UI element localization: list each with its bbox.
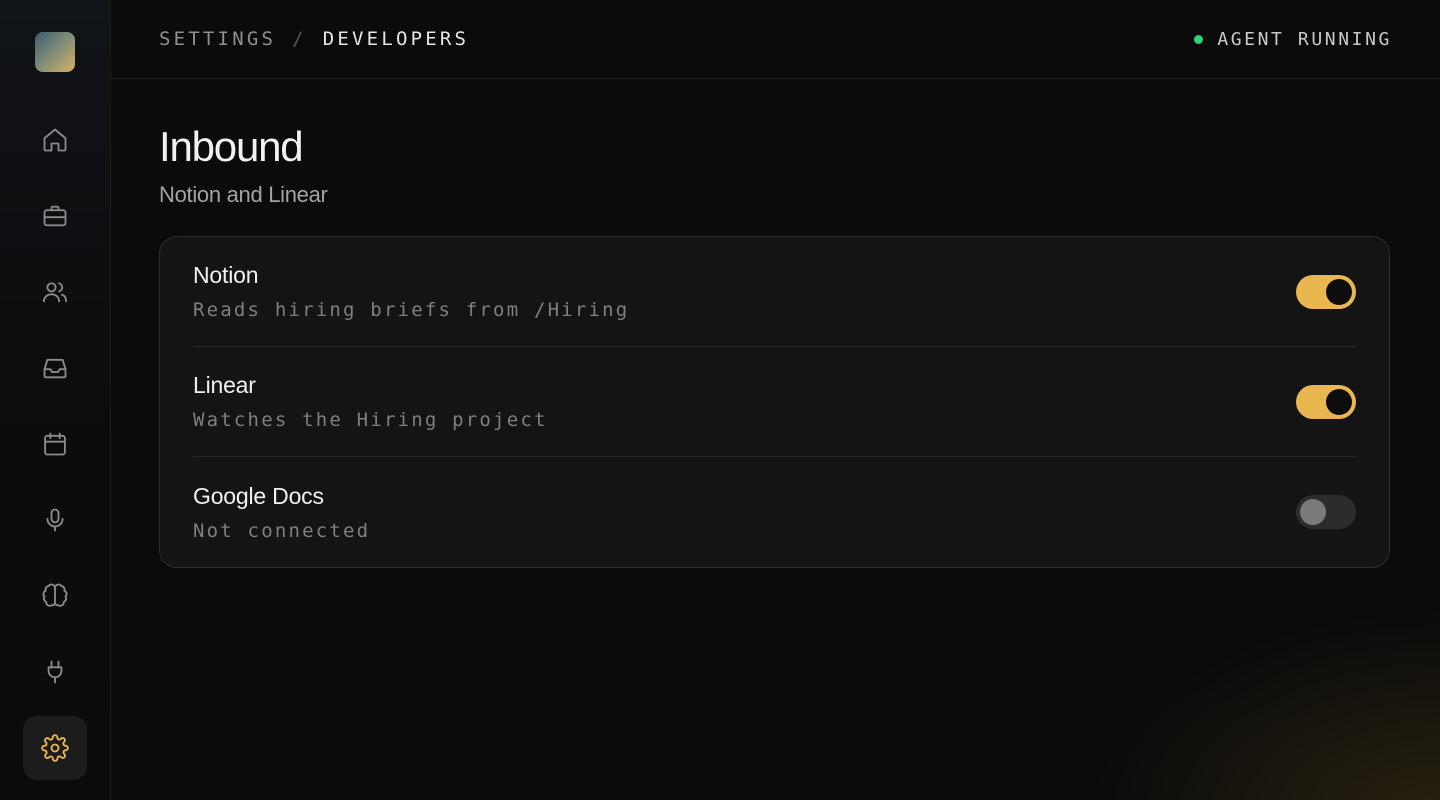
microphone-icon [46,508,64,532]
sidebar-item-home[interactable] [23,108,87,172]
integration-info: Linear Watches the Hiring project [193,372,548,431]
status-label: AGENT RUNNING [1217,28,1392,50]
plug-icon [47,660,63,684]
integration-name: Linear [193,372,256,398]
sidebar-item-calendar[interactable] [23,412,87,476]
notion-toggle[interactable] [1296,274,1356,309]
home-icon [43,128,67,152]
integration-name: Notion [193,262,259,288]
sidebar-item-people[interactable] [23,260,87,324]
integration-row-notion: Notion Reads hiring briefs from /Hiring [193,237,1356,347]
inbox-icon [43,358,67,379]
page-subtitle: Notion and Linear [159,182,328,207]
integration-description: Not connected [193,519,371,542]
integration-description: Reads hiring briefs from /Hiring [193,299,630,321]
users-icon [42,282,68,303]
toggle-knob [1300,499,1326,525]
integration-info: Google Docs Not connected [193,483,370,542]
sidebar-item-integrations[interactable] [23,640,87,704]
app-logo[interactable] [35,32,75,72]
brain-icon [42,583,68,607]
integration-description: Watches the Hiring project [193,409,548,431]
sidebar-item-memory[interactable] [23,564,87,628]
status-dot-icon [1194,34,1204,44]
content: Inbound Notion and Linear Notion Reads h… [111,79,1440,568]
linear-toggle[interactable] [1296,384,1356,419]
briefcase-icon [43,205,67,227]
sidebar-item-settings[interactable] [23,716,87,780]
integration-name: Google Docs [193,482,324,509]
top-bar: SETTINGS / DEVELOPERS AGENT RUNNING [111,0,1440,79]
toggle-knob [1326,388,1352,415]
agent-status: AGENT RUNNING [1194,29,1392,50]
sidebar-item-inbox[interactable] [23,336,87,400]
integrations-card: Notion Reads hiring briefs from /Hiring … [159,236,1390,568]
gear-icon [41,734,69,762]
sidebar [0,0,111,800]
sidebar-item-jobs[interactable] [23,184,87,248]
page-title: Inbound [159,123,304,170]
breadcrumb-settings[interactable]: SETTINGS [159,28,276,50]
integration-info: Notion Reads hiring briefs from /Hiring [193,262,629,321]
breadcrumb: SETTINGS / DEVELOPERS [159,28,469,50]
app-window: SETTINGS / DEVELOPERS AGENT RUNNING Inbo… [0,0,1440,800]
sidebar-item-voice[interactable] [23,488,87,552]
calendar-icon [44,432,66,456]
integration-row-google-docs: Google Docs Not connected [193,457,1356,567]
integration-row-linear: Linear Watches the Hiring project [193,347,1356,457]
breadcrumb-separator: / [292,28,307,50]
breadcrumb-current: DEVELOPERS [322,28,470,50]
google-docs-toggle[interactable] [1296,495,1356,529]
main-panel: SETTINGS / DEVELOPERS AGENT RUNNING Inbo… [111,0,1440,800]
toggle-knob [1326,278,1352,305]
